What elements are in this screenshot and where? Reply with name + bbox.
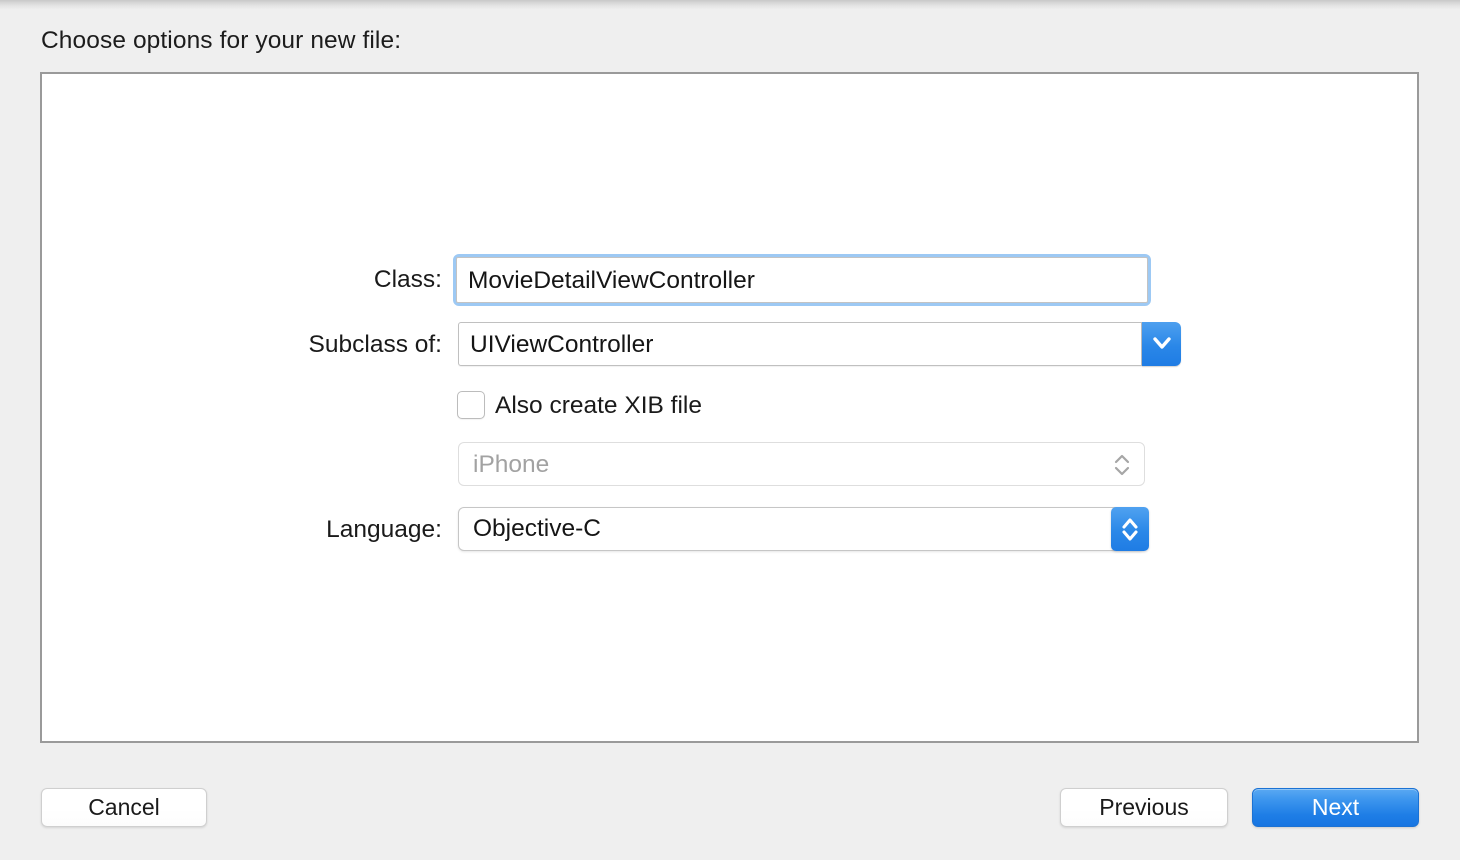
dialog-prompt-title: Choose options for your new file: (41, 27, 402, 54)
language-row: Language: Objective-C (42, 507, 1421, 553)
options-form: Class: MovieDetailViewController Subclas… (42, 74, 1421, 745)
subclass-combo-value: UIViewController (470, 331, 654, 358)
class-input-value: MovieDetailViewController (468, 267, 755, 294)
also-create-xib-label: Also create XIB file (495, 392, 702, 419)
device-row: iPhone (42, 442, 1421, 488)
language-popup-value: Objective-C (473, 515, 601, 542)
device-popup-value: iPhone (473, 451, 550, 478)
previous-button[interactable]: Previous (1060, 788, 1228, 827)
language-label: Language: (326, 516, 442, 543)
subclass-label: Subclass of: (308, 331, 442, 358)
chevron-up-down-icon (1122, 518, 1138, 541)
subclass-combo-input[interactable]: UIViewController (458, 322, 1142, 366)
also-create-xib-checkbox[interactable] (457, 391, 485, 419)
class-row: Class: MovieDetailViewController (42, 254, 1421, 306)
window-title-bar-strip (0, 0, 1460, 9)
new-file-options-dialog: Choose options for your new file: Class:… (0, 9, 1460, 860)
subclass-row: Subclass of: UIViewController (42, 322, 1421, 368)
cancel-button[interactable]: Cancel (41, 788, 207, 827)
class-label: Class: (373, 266, 442, 293)
device-popup-button: iPhone (458, 442, 1145, 486)
text-caret (457, 267, 458, 295)
language-popup-button[interactable]: Objective-C (458, 507, 1145, 551)
class-input[interactable]: MovieDetailViewController (456, 257, 1148, 303)
subclass-dropdown-button[interactable] (1142, 322, 1181, 366)
chevron-up-down-icon (1114, 454, 1130, 476)
language-popup-arrow-button[interactable] (1111, 507, 1149, 551)
chevron-down-icon (1152, 337, 1171, 349)
options-content-panel: Class: MovieDetailViewController Subclas… (40, 72, 1419, 743)
next-button[interactable]: Next (1252, 788, 1419, 827)
xib-checkbox-row: Also create XIB file (42, 384, 1421, 430)
